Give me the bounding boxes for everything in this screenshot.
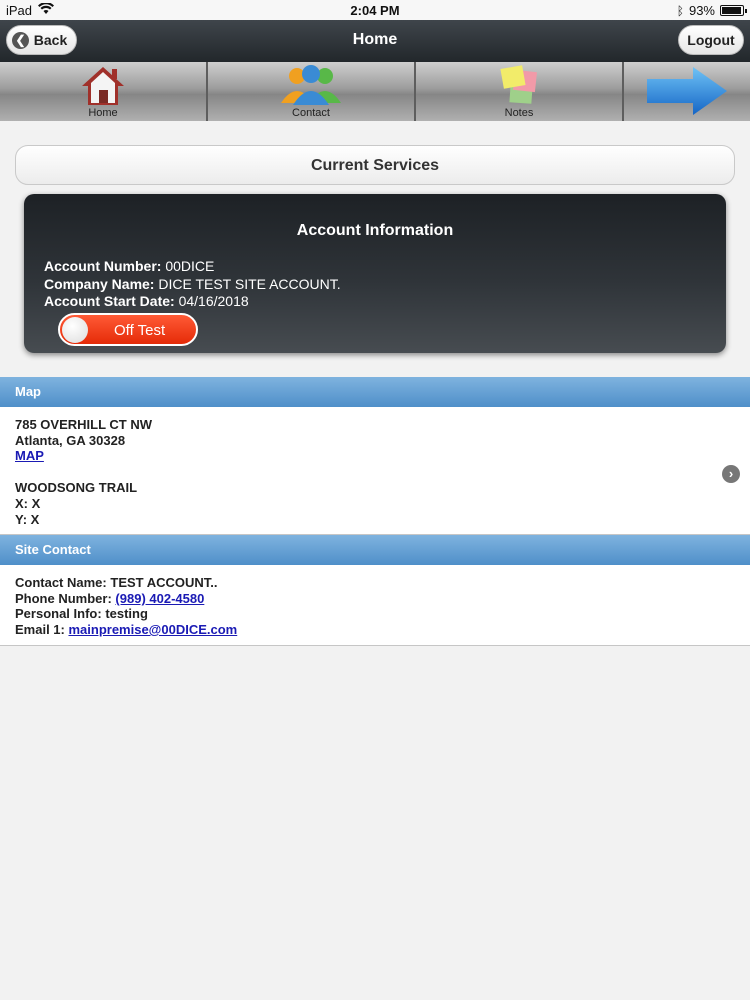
toolbar-label: Home xyxy=(88,107,118,119)
site-contact-header: Site Contact xyxy=(0,535,750,565)
start-date-value: 04/16/2018 xyxy=(178,293,249,309)
logout-button[interactable]: Logout xyxy=(678,25,744,55)
phone-label: Phone Number: xyxy=(15,591,112,606)
account-number-value: 00DICE xyxy=(165,258,215,274)
toolbar-contact[interactable]: Contact xyxy=(208,62,416,121)
start-date-label: Account Start Date: xyxy=(44,293,175,309)
personal-info-label: Personal Info: xyxy=(15,606,102,621)
company-name-label: Company Name: xyxy=(44,276,155,292)
next-arrow-icon xyxy=(647,67,727,115)
contact-name-label: Contact Name: xyxy=(15,575,107,590)
company-name-value: DICE TEST SITE ACCOUNT. xyxy=(158,276,341,292)
toolbar-label: Notes xyxy=(504,107,534,119)
battery-percent: 93% xyxy=(688,3,715,18)
contacts-icon xyxy=(281,65,341,105)
email-label: Email 1: xyxy=(15,622,65,637)
site-contact-body: Contact Name: TEST ACCOUNT.. Phone Numbe… xyxy=(0,565,750,646)
personal-info-row: Personal Info: testing xyxy=(15,606,148,621)
toolbar-label: Contact xyxy=(292,107,330,119)
account-info-card: Account Information Account Number: 00DI… xyxy=(24,194,726,353)
status-bar: iPad 2:04 PM ᛒ 93% xyxy=(0,0,750,20)
navigation-bar: ❮ Back Home Logout xyxy=(0,20,750,62)
personal-info-value: testing xyxy=(105,606,148,621)
phone-link[interactable]: (989) 402-4580 xyxy=(115,591,204,606)
map-section-header: Map xyxy=(0,377,750,407)
start-date-row: Account Start Date: 04/16/2018 xyxy=(44,293,249,309)
toggle-label: Off Test xyxy=(114,322,166,339)
page-title: Home xyxy=(352,31,398,48)
map-section-body[interactable]: 785 OVERHILL CT NW Atlanta, GA 30328 MAP… xyxy=(0,407,750,535)
account-number-label: Account Number: xyxy=(44,258,162,274)
place-name: WOODSONG TRAIL xyxy=(15,480,138,495)
contact-name-row: Contact Name: TEST ACCOUNT.. xyxy=(15,575,218,590)
status-time: 2:04 PM xyxy=(350,3,400,18)
icon-toolbar: Home Contact Notes xyxy=(0,62,750,121)
account-info-heading: Account Information xyxy=(296,222,454,239)
sticky-notes-icon xyxy=(500,65,537,104)
current-services-button[interactable]: Current Services xyxy=(15,145,735,185)
y-coordinate: Y: X xyxy=(15,512,40,527)
email-row: Email 1: mainpremise@00DICE.com xyxy=(15,622,237,637)
x-coordinate: X: X xyxy=(15,496,41,511)
toggle-knob xyxy=(62,317,88,343)
toolbar-home[interactable]: Home xyxy=(0,62,208,121)
company-name-row: Company Name: DICE TEST SITE ACCOUNT. xyxy=(44,276,341,292)
email-link[interactable]: mainpremise@00DICE.com xyxy=(68,622,237,637)
contact-name-value: TEST ACCOUNT.. xyxy=(110,575,218,590)
toolbar-notes[interactable]: Notes xyxy=(416,62,624,121)
house-icon xyxy=(82,67,124,105)
bluetooth-icon: ᛒ xyxy=(676,3,684,18)
account-number-row: Account Number: 00DICE xyxy=(44,258,214,274)
address-line1: 785 OVERHILL CT NW xyxy=(15,417,153,432)
toolbar-next[interactable] xyxy=(624,62,750,121)
address-line2: Atlanta, GA 30328 xyxy=(15,433,126,448)
map-link[interactable]: MAP xyxy=(15,448,44,463)
battery-icon xyxy=(720,5,747,16)
phone-row: Phone Number: (989) 402-4580 xyxy=(15,591,204,606)
test-mode-toggle[interactable]: Off Test xyxy=(58,313,198,346)
chevron-right-icon[interactable]: › xyxy=(722,465,740,483)
